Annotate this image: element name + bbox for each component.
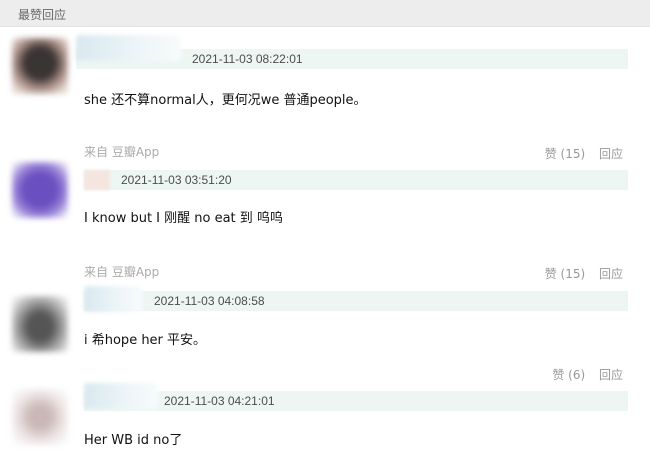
section-header: 最赞回应 bbox=[0, 0, 650, 27]
comment-item: 2021-11-03 04:21:01 Her WB id no了 bbox=[0, 383, 650, 455]
username[interactable] bbox=[84, 170, 110, 190]
comment-text: I know but I 刚醒 no eat 到 呜呜 bbox=[84, 211, 283, 226]
comment-header-bar: 2021-11-03 04:08:58 bbox=[84, 286, 628, 312]
comment-source: 来自 豆瓣App bbox=[84, 265, 160, 279]
username[interactable] bbox=[84, 383, 158, 409]
comment-timestamp: 2021-11-03 04:08:58 bbox=[154, 294, 265, 308]
reply-button[interactable]: 回应 bbox=[599, 267, 623, 281]
username[interactable] bbox=[76, 35, 181, 61]
comment-item: 2021-11-03 04:08:58 i 希hope her 平安。 赞 (6… bbox=[0, 284, 650, 382]
comment-source: 来自 豆瓣App bbox=[84, 145, 160, 159]
comment-actions: 赞 (6) 回应 bbox=[552, 366, 623, 383]
avatar[interactable] bbox=[12, 38, 68, 94]
comment-text: i 希hope her 平安。 bbox=[84, 333, 207, 348]
comment-header-bar: 2021-11-03 08:22:01 bbox=[76, 35, 628, 69]
comment-timestamp: 2021-11-03 03:51:20 bbox=[121, 173, 232, 187]
comment-actions: 赞 (15) 回应 bbox=[545, 265, 623, 282]
comment-text: Her WB id no了 bbox=[84, 433, 183, 448]
comment-timestamp: 2021-11-03 08:22:01 bbox=[192, 52, 303, 66]
comment-item: 2021-11-03 03:51:20 I know but I 刚醒 no e… bbox=[0, 160, 650, 281]
reply-button[interactable]: 回应 bbox=[599, 368, 623, 382]
comment-timestamp: 2021-11-03 04:21:01 bbox=[164, 394, 275, 408]
comment-header-bar: 2021-11-03 04:21:01 bbox=[84, 383, 628, 411]
like-button[interactable]: 赞 (15) bbox=[545, 147, 585, 161]
avatar[interactable] bbox=[12, 162, 68, 218]
reply-button[interactable]: 回应 bbox=[599, 147, 623, 161]
avatar[interactable] bbox=[12, 389, 68, 445]
comment-text: she 还不算normal人，更何况we 普通people。 bbox=[84, 93, 367, 108]
like-button[interactable]: 赞 (6) bbox=[552, 368, 585, 382]
comment-header-bar: 2021-11-03 03:51:20 bbox=[84, 170, 628, 190]
avatar[interactable] bbox=[12, 296, 68, 352]
like-button[interactable]: 赞 (15) bbox=[545, 267, 585, 281]
section-title: 最赞回应 bbox=[18, 8, 67, 22]
username[interactable] bbox=[84, 286, 142, 312]
comment-item: 2021-11-03 08:22:01 she 还不算normal人，更何况we… bbox=[0, 35, 650, 161]
